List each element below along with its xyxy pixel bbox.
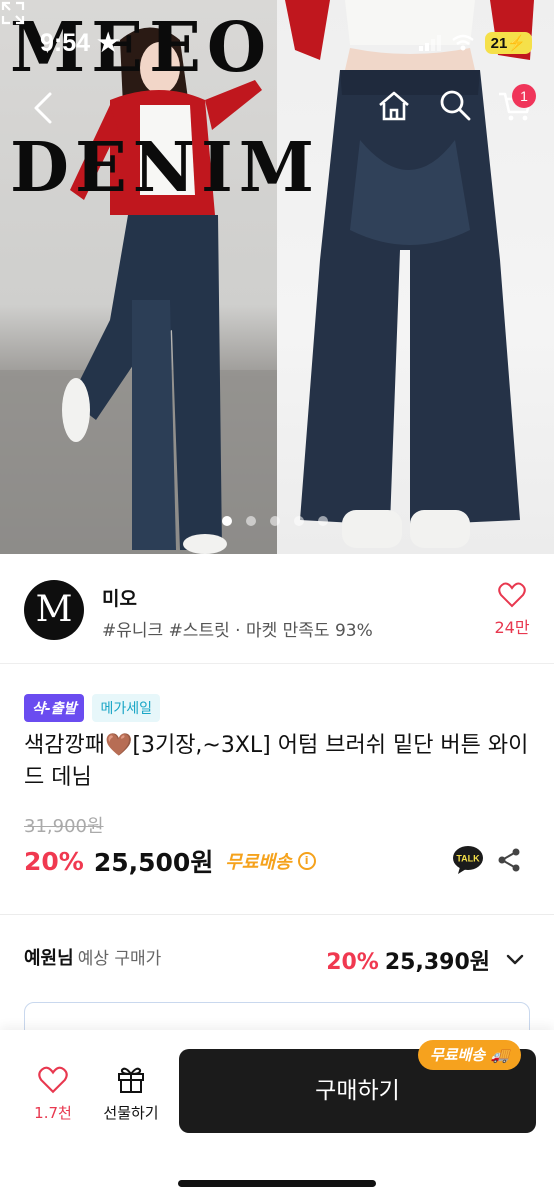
location-star-icon: ★ [97, 29, 120, 57]
expected-price-label: 예상 구매가 [77, 949, 162, 969]
gift-label: 선물하기 [103, 1104, 159, 1122]
member-expected-price: 20% 25,390원 [326, 950, 490, 975]
brand-logo-line2: DENIM [10, 128, 321, 208]
carousel-indicator [222, 516, 328, 526]
home-icon[interactable] [376, 88, 412, 124]
cellular-signal-icon [418, 35, 441, 51]
info-icon[interactable]: i [297, 852, 316, 870]
seller-avatar[interactable]: M [24, 580, 84, 640]
share-icon[interactable] [496, 847, 522, 873]
search-icon[interactable] [438, 88, 472, 122]
product-badges: 샥-출발 메가세일 [24, 694, 160, 722]
battery-indicator: 21⚡ [484, 32, 532, 54]
kakao-talk-icon[interactable]: TALK [452, 845, 484, 875]
status-bar: 9:54 ★ 21⚡ [0, 0, 554, 90]
original-price: 31,900원 [24, 816, 104, 837]
seller-name[interactable]: 미오 [102, 584, 137, 611]
free-shipping-tag: 무료배송 🚚 [418, 1040, 522, 1070]
carousel-dot[interactable] [246, 516, 256, 526]
svg-text:TALK: TALK [456, 854, 480, 864]
gift-button[interactable]: 선물하기 [96, 1064, 166, 1123]
brown-heart-emoji: 🤎 [104, 733, 133, 758]
truck-icon: 🚚 [490, 1046, 510, 1064]
like-count: 1.7천 [34, 1104, 72, 1122]
seller-like-count: 24만 [494, 618, 530, 637]
carousel-dot[interactable] [318, 516, 328, 526]
sale-price: 25,500원 [93, 848, 214, 877]
heart-outline-icon [38, 1066, 68, 1094]
member-price-row[interactable]: 예원님 예상 구매가 20% 25,390원 [24, 944, 530, 975]
home-indicator [178, 1180, 376, 1187]
like-button[interactable]: 1.7천 [26, 1066, 80, 1123]
carousel-dot[interactable] [294, 516, 304, 526]
chevron-down-icon[interactable] [504, 948, 526, 970]
wifi-icon [451, 34, 474, 51]
gift-icon [118, 1067, 144, 1093]
badge-fast-ship: 샥-출발 [24, 694, 85, 722]
product-title: 색감깡패🤎[3기장,~3XL] 어텀 브러쉬 밑단 버튼 와이드 데님 [24, 733, 529, 790]
cart-count-badge: 1 [512, 84, 536, 108]
discount-rate: 20% [24, 846, 84, 876]
carousel-dot[interactable] [270, 516, 280, 526]
badge-mega-sale: 메가세일 [92, 694, 160, 722]
free-shipping-label: 무료배송 [225, 852, 292, 873]
seller-like-button[interactable]: 24만 [490, 582, 534, 638]
bottom-action-bar: 1.7천 선물하기 구매하기 무료배송 🚚 [0, 1030, 554, 1200]
status-time: 9:54 ★ [40, 29, 120, 57]
member-name: 예원님 [24, 948, 74, 969]
carousel-dot-active[interactable] [222, 516, 232, 526]
seller-row[interactable]: M 미오 #유니크 #스트릿 · 마켓 만족도 93% 24만 [0, 554, 554, 664]
seller-tags: #유니크 #스트릿 · 마켓 만족도 93% [102, 621, 373, 641]
back-icon[interactable] [28, 88, 58, 128]
price-row: 20% 25,500원 무료배송 i [24, 844, 316, 878]
section-divider [0, 914, 554, 915]
heart-outline-icon [498, 582, 526, 608]
